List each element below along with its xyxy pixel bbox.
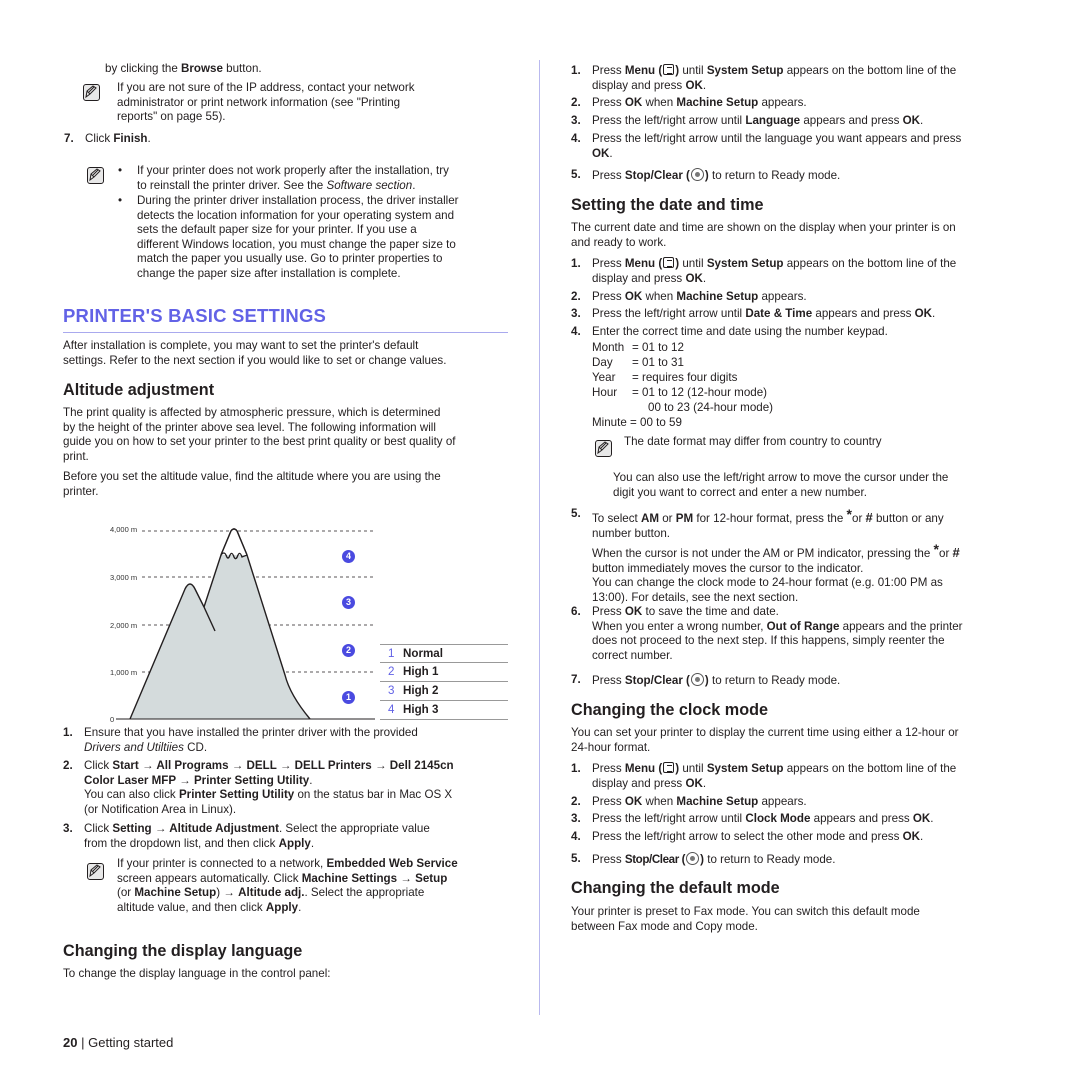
stop-clear-button-icon [690,673,704,686]
tick-1000: 1,000 m [110,668,138,677]
tick-2000: 2,000 m [110,621,138,630]
altitude-badge-4: 4 [342,550,355,563]
note-icon [595,440,612,457]
legend-row-high2: 3 High 2 [380,681,508,700]
display-language-intro: To change the display language in the co… [63,967,331,980]
note-bullet-paper-size: During the printer driver installation p… [137,194,459,280]
page-number: 20 [63,1035,78,1050]
hash-key: # [952,545,960,560]
altitude-para-2: Before you set the altitude value, find … [63,470,441,498]
column-divider [539,60,540,1015]
section-title: PRINTER'S BASIC SETTINGS [63,305,327,326]
legend-row-high1: 2 High 1 [380,662,508,681]
stop-clear-button-icon [690,168,704,181]
field-day: Day = 01 to 31 [592,356,684,369]
tick-4000: 4,000 m [110,525,138,534]
field-minute: Minute = 00 to 59 [592,416,682,429]
field-month: Month = 01 to 12 [592,341,684,354]
datetime-step-5-detail: When the cursor is not under the AM or P… [592,541,960,604]
bullet-marker: • [118,194,123,207]
note-bullet-reinstall: If your printer does not work properly a… [137,164,449,192]
note-icon [83,84,100,101]
note-cursor-tip: You can also use the left/right arrow to… [613,471,949,499]
note-icon [87,167,104,184]
legend-row-normal: 1 Normal [380,644,508,663]
field-hour-24: 00 to 23 (24-hour mode) [648,401,774,414]
date-time-intro: The current date and time are shown on t… [571,221,956,249]
menu-button-icon [663,64,675,75]
note-date-format: The date format may differ from country … [624,435,882,448]
altitude-badge-2: 2 [342,644,355,657]
tick-3000: 3,000 m [110,573,138,582]
menu-button-icon [663,762,675,773]
altitude-para-1: The print quality is affected by atmosph… [63,406,456,463]
section-intro: After installation is complete, you may … [63,339,447,367]
field-hour: Hour = 01 to 12 (12-hour mode) [592,386,768,399]
note-icon [87,863,104,880]
clock-mode-intro: You can set your printer to display the … [571,726,959,754]
snow-cap [221,529,247,555]
browse-line: by clicking the Browse button. [105,62,262,75]
altitude-badge-3: 3 [342,596,355,609]
altitude-badge-1: 1 [342,691,355,704]
footer-section: Getting started [88,1035,174,1050]
legend-row-high3: 4 High 3 [380,700,508,720]
altitude-heading: Altitude adjustment [63,381,215,399]
note-network: If your printer is connected to a networ… [117,857,458,914]
footer-separator: | [81,1035,85,1050]
display-language-heading: Changing the display language [63,942,303,960]
menu-button-icon [663,257,675,268]
date-time-heading: Setting the date and time [571,196,764,214]
bullet-marker: • [118,164,123,177]
note-ip-address: If you are not sure of the IP address, c… [117,81,415,124]
default-mode-heading: Changing the default mode [571,879,780,897]
hash-key: # [865,510,873,525]
stop-clear-button-icon [686,852,700,865]
page-footer: 20 | Getting started [63,1035,174,1051]
default-mode-intro: Your printer is preset to Fax mode. You … [571,905,920,933]
field-year: Year = requires four digits [592,371,738,384]
clock-mode-heading: Changing the clock mode [571,701,768,719]
section-rule [63,332,508,333]
